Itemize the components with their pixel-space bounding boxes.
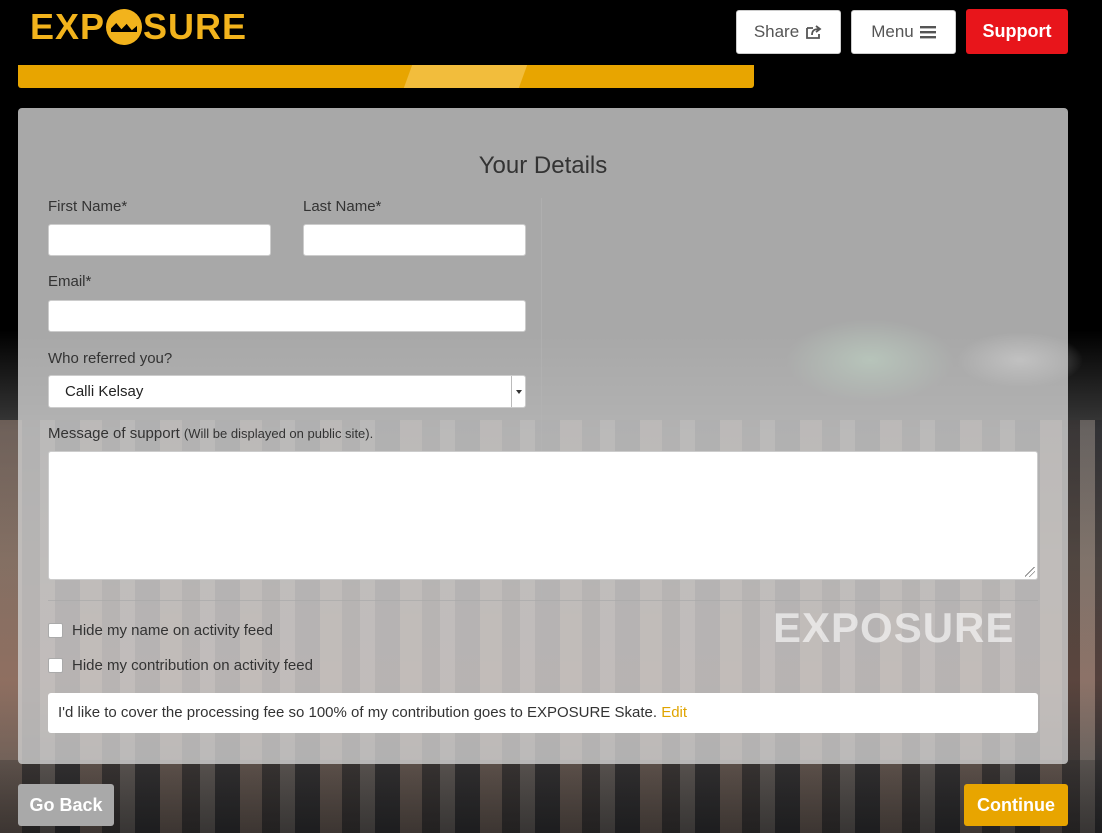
hide-contribution-checkbox[interactable]: [48, 658, 63, 673]
fee-edit-link[interactable]: Edit: [661, 704, 687, 721]
progress-bar: [18, 65, 754, 88]
page-title: Your Details: [478, 152, 608, 179]
go-back-button[interactable]: Go Back: [18, 784, 114, 826]
message-textarea[interactable]: [48, 451, 1038, 580]
logo-o-icon: [106, 9, 143, 45]
share-label: Share: [753, 22, 800, 41]
exposure-watermark-logo: EXPOSURE: [773, 604, 1015, 651]
chevron-down-icon: [511, 376, 525, 407]
hide-contribution-row[interactable]: Hide my contribution on activity feed: [48, 657, 313, 674]
share-icon: [806, 25, 822, 39]
message-label-row: Message of support (Will be displayed on…: [48, 425, 373, 442]
email-label: Email*: [48, 273, 92, 290]
message-label: Message of support: [48, 425, 180, 442]
message-hint: (Will be displayed on public site).: [183, 426, 374, 441]
fee-text: I'd like to cover the processing fee so …: [58, 704, 658, 721]
email-input[interactable]: [48, 300, 526, 332]
hamburger-icon: [919, 26, 936, 39]
header-bar: EXP SURE Share Menu Support: [0, 0, 1102, 65]
form-divider: [48, 600, 1038, 601]
resize-grip-icon[interactable]: [1025, 567, 1035, 577]
processing-fee-box: I'd like to cover the processing fee so …: [48, 693, 1038, 733]
last-name-label: Last Name*: [303, 198, 382, 215]
hide-contribution-label[interactable]: Hide my contribution on activity feed: [72, 657, 313, 674]
referred-selected-value: Calli Kelsay: [65, 383, 144, 400]
last-name-input[interactable]: [303, 224, 526, 256]
referred-select[interactable]: Calli Kelsay: [48, 375, 526, 408]
exposure-logo[interactable]: EXP SURE: [30, 7, 247, 47]
share-button[interactable]: Share: [736, 10, 841, 54]
progress-shine: [403, 65, 528, 88]
logo-text-right: SURE: [143, 6, 248, 47]
menu-button[interactable]: Menu: [851, 10, 956, 54]
first-name-input[interactable]: [48, 224, 271, 256]
hide-name-checkbox[interactable]: [48, 623, 63, 638]
hide-name-label[interactable]: Hide my name on activity feed: [72, 622, 273, 639]
menu-label: Menu: [871, 22, 914, 41]
hide-name-row[interactable]: Hide my name on activity feed: [48, 622, 273, 639]
support-button[interactable]: Support: [966, 9, 1068, 54]
background-fade: [0, 760, 1102, 833]
logo-text-left: EXP: [30, 6, 106, 47]
continue-button[interactable]: Continue: [964, 784, 1068, 826]
referred-label: Who referred you?: [48, 350, 173, 367]
first-name-label: First Name*: [48, 198, 128, 215]
